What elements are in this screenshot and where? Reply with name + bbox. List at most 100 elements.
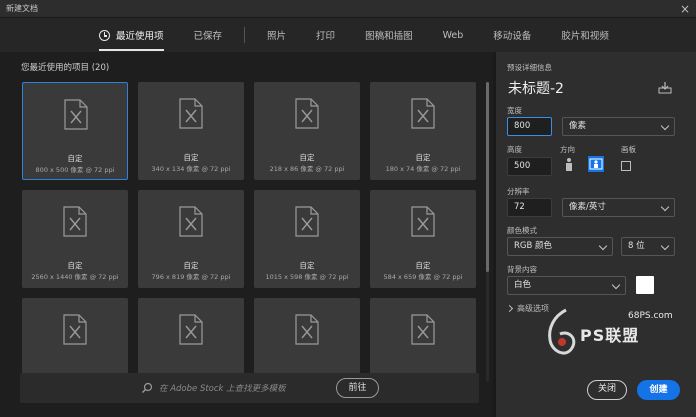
recent-document-tile[interactable]: 自定 218 x 86 像素 @ 72 ppi [254, 82, 360, 180]
tile-name: 自定 [299, 261, 315, 270]
unit-value: 像素 [569, 121, 587, 131]
watermark-site: 68PS.com [628, 311, 673, 321]
stock-search-bar: 在 Adobe Stock 上查找更多模板 前往 [20, 373, 479, 403]
tile-name: 自定 [67, 154, 83, 163]
landscape-icon[interactable] [588, 156, 604, 172]
tile-size: 2560 x 1440 像素 @ 72 ppi [31, 273, 119, 281]
recent-document-tile[interactable]: 自定 2560 x 1440 像素 @ 72 ppi [22, 190, 128, 288]
preset-header: 预设详细信息 [507, 63, 552, 72]
background-label: 背景内容 [507, 265, 537, 274]
width-input[interactable]: 800 [507, 117, 552, 136]
grid-scrollbar[interactable] [486, 82, 489, 382]
document-preset-icon [411, 314, 435, 345]
resolution-unit-value: 像素/英寸 [569, 202, 606, 212]
close-button[interactable]: 关闭 [587, 380, 627, 400]
document-preset-icon [179, 98, 203, 129]
recent-document-tile[interactable]: 自定 1015 x 598 像素 @ 72 ppi [254, 190, 360, 288]
bit-depth-value: 8 位 [628, 241, 645, 251]
width-label: 宽度 [507, 106, 522, 115]
recent-heading: 您最近使用的项目 (20) [21, 61, 109, 73]
document-preset-icon [64, 99, 88, 130]
go-button[interactable]: 前往 [336, 378, 379, 398]
tab-web[interactable]: Web [443, 18, 464, 52]
tile-name: 自定 [415, 153, 431, 162]
tab-print[interactable]: 打印 [316, 18, 335, 52]
resolution-input[interactable]: 72 [507, 198, 552, 217]
height-input[interactable]: 500 [507, 157, 552, 176]
document-preset-icon [63, 314, 87, 345]
orientation-label: 方向 [560, 145, 575, 154]
recent-panel: 您最近使用的项目 (20) 自定 800 x 500 像素 @ 72 ppi 自定 3… [8, 52, 493, 412]
search-icon [142, 382, 153, 393]
scrollbar-thumb[interactable] [486, 82, 489, 272]
chevron-down-icon [660, 241, 670, 251]
recent-document-tile[interactable]: 自定 796 x 819 像素 @ 72 ppi [138, 190, 244, 288]
recent-document-tile[interactable]: 自定 800 x 500 像素 @ 72 ppi [22, 82, 128, 180]
tab-film-video[interactable]: 胶片和视频 [561, 18, 609, 52]
chevron-down-icon [611, 280, 621, 290]
tile-size: 180 x 74 像素 @ 72 ppi [385, 165, 461, 173]
document-preset-icon [63, 206, 87, 237]
tab-label: 图稿和插图 [365, 31, 413, 42]
document-preset-icon [411, 98, 435, 129]
document-preset-icon [411, 206, 435, 237]
recent-document-tile[interactable]: 自定 584 x 659 像素 @ 72 ppi [370, 190, 476, 288]
resolution-unit-select[interactable]: 像素/英寸 [562, 198, 675, 217]
recent-document-tile[interactable]: 自定 340 x 134 像素 @ 72 ppi [138, 82, 244, 180]
document-preset-icon [295, 98, 319, 129]
recent-grid: 自定 800 x 500 像素 @ 72 ppi 自定 340 x 134 像素 @ … [22, 82, 480, 392]
create-button[interactable]: 创建 [637, 380, 680, 400]
color-mode-value: RGB 颜色 [514, 241, 553, 251]
chevron-down-icon [660, 202, 670, 212]
color-mode-select[interactable]: RGB 颜色 [507, 237, 613, 256]
tab-label: 胶片和视频 [561, 31, 609, 42]
window-title: 新建文档 [6, 4, 38, 13]
document-preset-icon [179, 314, 203, 345]
tile-size: 796 x 819 像素 @ 72 ppi [151, 273, 231, 281]
tile-name: 自定 [183, 153, 199, 162]
chevron-right-icon [505, 304, 514, 313]
resolution-label: 分辨率 [507, 187, 530, 196]
tile-name: 自定 [183, 261, 199, 270]
background-color-swatch[interactable] [636, 276, 654, 294]
tab-label: 最近使用项 [116, 31, 164, 42]
window-close-icon[interactable]: × [680, 3, 690, 15]
tile-size: 218 x 86 像素 @ 72 ppi [269, 165, 345, 173]
category-tabs: 最近使用项 已保存 照片 打印 图稿和插图 Web 移动设备 胶片和视频 [0, 18, 696, 52]
tab-recent[interactable]: 最近使用项 [99, 18, 164, 52]
document-preset-icon [295, 314, 319, 345]
tab-saved[interactable]: 已保存 [194, 18, 223, 52]
bit-depth-select[interactable]: 8 位 [621, 237, 675, 256]
tile-name: 自定 [67, 261, 83, 270]
artboard-checkbox[interactable] [621, 161, 631, 171]
tile-size: 584 x 659 像素 @ 72 ppi [383, 273, 463, 281]
tab-divider [244, 27, 246, 43]
tile-size: 800 x 500 像素 @ 72 ppi [35, 166, 115, 174]
clock-icon [99, 29, 110, 41]
tab-label: 照片 [267, 31, 287, 42]
document-name[interactable]: 未标题-2 [508, 78, 564, 98]
tab-mobile[interactable]: 移动设备 [493, 18, 531, 52]
artboard-label: 画板 [621, 145, 636, 154]
document-preset-icon [179, 206, 203, 237]
tab-art-illustration[interactable]: 图稿和插图 [365, 18, 413, 52]
tile-name: 自定 [415, 261, 431, 270]
unit-select[interactable]: 像素 [562, 117, 675, 136]
save-preset-icon[interactable] [658, 81, 672, 94]
tab-label: 已保存 [193, 31, 223, 42]
background-select[interactable]: 白色 [507, 276, 626, 295]
tab-photo[interactable]: 照片 [267, 18, 286, 52]
watermark-logo [548, 308, 576, 355]
tile-size: 340 x 134 像素 @ 72 ppi [151, 165, 231, 173]
title-bar: 新建文档 × [0, 0, 696, 18]
background-value: 白色 [514, 280, 532, 290]
stock-search-input[interactable]: 在 Adobe Stock 上查找更多模板 [159, 382, 286, 394]
portrait-icon[interactable] [561, 156, 577, 172]
recent-document-tile[interactable]: 自定 180 x 74 像素 @ 72 ppi [370, 82, 476, 180]
chevron-down-icon [598, 241, 608, 251]
chevron-down-icon [660, 121, 670, 131]
recent-title: 您最近使用的项目 [21, 63, 90, 73]
tab-label: 移动设备 [493, 31, 532, 42]
tile-size: 1015 x 598 像素 @ 72 ppi [265, 273, 349, 281]
tile-name: 自定 [299, 153, 315, 162]
